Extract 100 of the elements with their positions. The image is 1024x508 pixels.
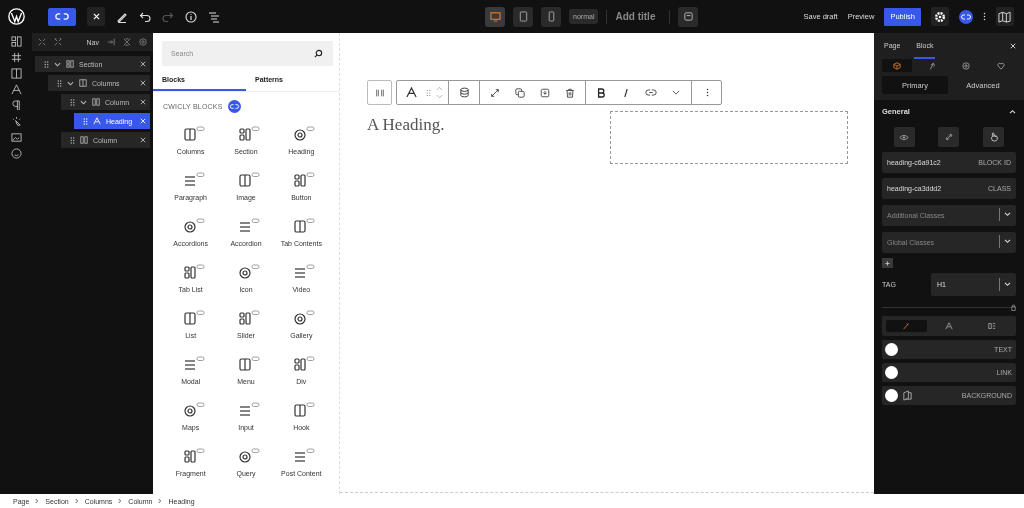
link-logo-icon xyxy=(55,12,69,21)
close-icon[interactable] xyxy=(1010,43,1016,49)
hand-icon xyxy=(989,132,998,142)
block-icon xyxy=(238,447,260,464)
block-icon xyxy=(238,217,260,234)
panel-icon-tab[interactable] xyxy=(882,59,912,72)
block-icon xyxy=(182,309,205,326)
lock-icon[interactable] xyxy=(1011,304,1016,311)
block-icon xyxy=(293,263,316,280)
interaction-button[interactable] xyxy=(983,127,1005,147)
rail-tool-icon[interactable] xyxy=(10,84,22,95)
target-icon xyxy=(962,61,971,70)
map-button[interactable] xyxy=(996,7,1014,26)
block-icon xyxy=(238,263,260,280)
avatar-icon[interactable] xyxy=(959,9,973,24)
list-view-icon[interactable] xyxy=(208,10,220,23)
parent-select-button[interactable] xyxy=(367,80,392,105)
color-swatch[interactable] xyxy=(885,389,898,402)
rail-tool-icon[interactable] xyxy=(10,100,22,111)
device-view-button[interactable] xyxy=(513,6,534,27)
block-icon xyxy=(182,263,205,280)
drag-handle-icon[interactable] xyxy=(57,79,62,87)
block-icon xyxy=(182,125,205,142)
target-icon[interactable] xyxy=(139,38,147,46)
diagonal-arrow-icon xyxy=(490,87,500,98)
close-icon[interactable] xyxy=(140,99,146,105)
close-icon[interactable] xyxy=(140,61,146,67)
drag-handle-icon[interactable] xyxy=(83,117,88,125)
block-icon xyxy=(293,309,316,326)
block-icon xyxy=(293,125,316,142)
drag-handle-icon[interactable] xyxy=(44,60,49,68)
visibility-button[interactable] xyxy=(893,127,915,147)
collapse-icon[interactable] xyxy=(38,38,46,46)
block-icon xyxy=(182,447,205,464)
block-icon xyxy=(238,355,260,372)
eye-icon xyxy=(899,133,910,141)
chevron-right-icon xyxy=(35,498,40,504)
device-view-button[interactable] xyxy=(485,6,506,27)
plus-icon xyxy=(885,260,890,266)
block-icon xyxy=(293,355,316,372)
drag-handle-icon[interactable] xyxy=(70,98,75,106)
close-icon[interactable] xyxy=(140,80,146,86)
block-type-icon xyxy=(92,98,100,106)
block-icon xyxy=(293,447,316,464)
close-icon[interactable] xyxy=(140,137,146,143)
block-icon xyxy=(293,171,316,188)
block-type-icon xyxy=(80,136,88,144)
rail-tool-icon[interactable] xyxy=(10,148,22,159)
undo-icon[interactable] xyxy=(139,10,151,23)
device-view-button[interactable] xyxy=(541,6,562,27)
chevron-icon[interactable] xyxy=(54,60,61,68)
block-icon xyxy=(182,217,205,234)
rail-tool-icon[interactable] xyxy=(10,52,22,63)
block-type-icon xyxy=(66,60,74,68)
close-button[interactable] xyxy=(87,7,105,26)
dock-icon[interactable] xyxy=(107,38,115,46)
chevron-icon[interactable] xyxy=(1009,108,1016,114)
settings-icon xyxy=(934,10,946,23)
chevron-right-icon xyxy=(118,498,123,504)
desktop-icon xyxy=(489,11,501,22)
brand-logo-icon xyxy=(227,100,241,113)
rail-tool-icon[interactable] xyxy=(10,116,22,127)
rail-tool-icon[interactable] xyxy=(10,68,22,79)
link-icon xyxy=(645,88,657,97)
cube-icon xyxy=(893,61,901,70)
bold-icon xyxy=(597,87,605,98)
logo-button[interactable] xyxy=(48,7,76,26)
wordpress-logo-icon[interactable] xyxy=(8,8,25,25)
brush-icon xyxy=(902,322,911,330)
settings-button[interactable] xyxy=(931,7,949,26)
color-swatch[interactable] xyxy=(885,366,898,379)
color-swatch[interactable] xyxy=(885,343,898,356)
drag-handle-icon[interactable] xyxy=(426,88,431,97)
columns-icon xyxy=(374,87,385,98)
heart-icon xyxy=(996,61,1005,70)
block-icon xyxy=(293,217,316,234)
expand-icon[interactable] xyxy=(54,38,62,46)
block-icon xyxy=(182,355,205,372)
duplicate-icon xyxy=(515,87,525,98)
title-field[interactable]: Add title xyxy=(615,11,662,22)
add-button[interactable] xyxy=(882,258,893,268)
italic-icon xyxy=(622,87,630,98)
block-icon xyxy=(238,125,260,142)
block-icon xyxy=(238,309,260,326)
database-icon xyxy=(458,87,470,98)
info-icon[interactable] xyxy=(185,10,197,23)
link-button[interactable] xyxy=(938,127,960,147)
chevron-icon[interactable] xyxy=(67,79,74,87)
search-icon[interactable] xyxy=(314,49,323,58)
chevron-right-icon xyxy=(74,498,79,504)
save-template-button[interactable] xyxy=(678,6,699,27)
rail-tool-icon[interactable] xyxy=(10,132,22,143)
tablet-icon xyxy=(517,11,529,22)
empty-column-placeholder[interactable] xyxy=(610,111,848,164)
heading-text[interactable]: A Heading. xyxy=(367,115,445,135)
rail-tool-icon[interactable] xyxy=(10,36,22,47)
drag-handle-icon[interactable] xyxy=(70,136,75,144)
image-icon[interactable] xyxy=(902,390,913,401)
trash-icon xyxy=(565,87,575,98)
chevron-icon[interactable] xyxy=(80,98,87,106)
